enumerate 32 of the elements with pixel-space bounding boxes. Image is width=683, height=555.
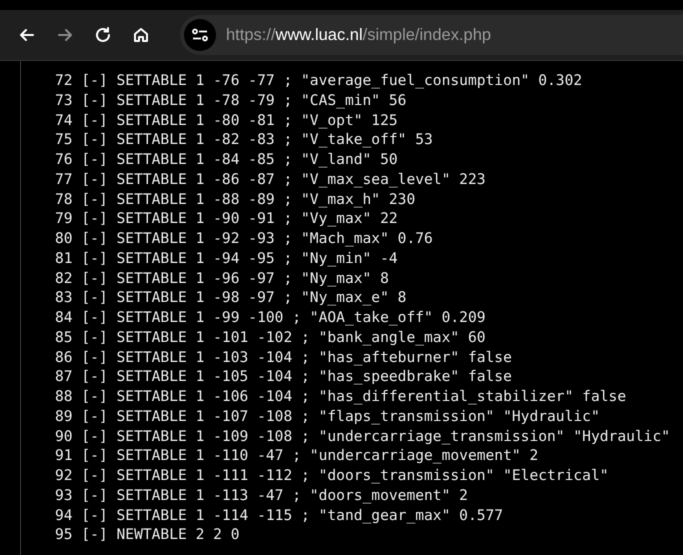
code-line: 92 [-] SETTABLE 1 -111 -112 ; "doors_transmission" "Electrical" (55, 466, 610, 486)
code-line: 79 [-] SETTABLE 1 -90 -91 ; "Vy_max" 22 (55, 209, 399, 229)
code-line: 88 [-] SETTABLE 1 -106 -104 ; "has_differential_stabilizer" false (55, 387, 628, 407)
code-line: 84 [-] SETTABLE 1 -99 -100 ; "AOA_take_off" 0.209 (55, 308, 487, 328)
code-line: 91 [-] SETTABLE 1 -110 -47 ; "undercarriage_movement" 2 (55, 446, 540, 466)
home-icon (132, 26, 150, 44)
code-line: 72 [-] SETTABLE 1 -76 -77 ; "average_fuel_consumption" 0.302 (55, 71, 584, 91)
url-text: https://www.luac.nl/simple/index.php (226, 26, 492, 44)
code-line: 76 [-] SETTABLE 1 -84 -85 ; "V_land" 50 (55, 150, 399, 170)
site-settings-button[interactable] (184, 19, 216, 51)
address-bar[interactable]: https://www.luac.nl/simple/index.php (180, 15, 683, 55)
code-line: 80 [-] SETTABLE 1 -92 -93 ; "Mach_max" 0.76 (55, 229, 434, 249)
sliders-icon (191, 28, 209, 42)
code-line: 73 [-] SETTABLE 1 -78 -79 ; "CAS_min" 56 (55, 90, 408, 110)
reload-icon (94, 26, 112, 44)
code-line: 82 [-] SETTABLE 1 -96 -97 ; "Ny_max" 8 (55, 268, 390, 288)
code-line: 87 [-] SETTABLE 1 -105 -104 ; "has_speedbrake" false (55, 367, 513, 387)
code-line: 83 [-] SETTABLE 1 -98 -97 ; "Ny_max_e" 8 (55, 288, 408, 308)
code-line: 95 [-] NEWTABLE 2 2 0 (55, 525, 241, 545)
code-line: 77 [-] SETTABLE 1 -86 -87 ; "V_max_sea_level" 223 (55, 170, 487, 190)
code-line: 75 [-] SETTABLE 1 -82 -83 ; "V_take_off" 53 (55, 130, 434, 150)
code-line: 81 [-] SETTABLE 1 -94 -95 ; "Ny_min" -4 (55, 248, 399, 268)
left-arrow-icon (18, 26, 36, 44)
code-line: 85 [-] SETTABLE 1 -101 -102 ; "bank_angle_max" 60 (55, 328, 487, 348)
code-line: 90 [-] SETTABLE 1 -109 -108 ; "undercarriage_transmission" "Hydraulic" (55, 426, 672, 446)
code-line: 86 [-] SETTABLE 1 -103 -104 ; "has_afteburner" false (55, 348, 513, 368)
code-line: 74 [-] SETTABLE 1 -80 -81 ; "V_opt" 125 (55, 110, 399, 130)
code-line: 78 [-] SETTABLE 1 -88 -89 ; "V_max_h" 230 (55, 190, 416, 210)
code-line: 89 [-] SETTABLE 1 -107 -108 ; "flaps_transmission" "Hydraulic" (55, 406, 601, 426)
code-line: 94 [-] SETTABLE 1 -114 -115 ; "tand_gear_max" 0.577 (55, 506, 504, 526)
code-line: 93 [-] SETTABLE 1 -113 -47 ; "doors_movement" 2 (55, 486, 469, 506)
right-arrow-icon (56, 26, 74, 44)
